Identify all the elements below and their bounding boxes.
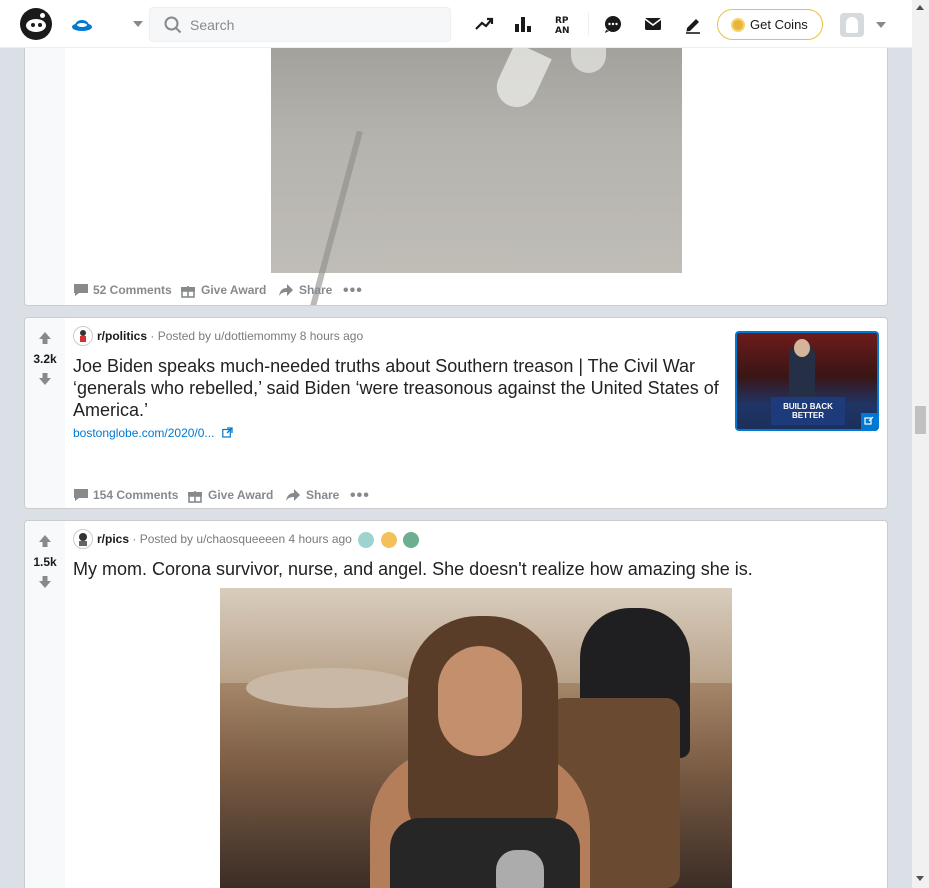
post-title[interactable]: Joe Biden speaks much-needed truths abou…: [73, 355, 723, 421]
messages-icon[interactable]: [643, 14, 663, 34]
give-award-label: Give Award: [201, 283, 267, 297]
user-avatar[interactable]: [840, 13, 864, 37]
external-link-icon: [861, 413, 877, 429]
post-card[interactable]: 52 Comments Give Award Share •••: [24, 48, 888, 306]
reddit-logo-icon[interactable]: [20, 8, 52, 40]
post-score: 1.5k: [33, 555, 57, 569]
user-menu-chevron-icon[interactable]: [876, 22, 886, 28]
scroll-up-arrow-icon[interactable]: [916, 5, 924, 10]
subreddit-icon[interactable]: [73, 529, 93, 549]
post-media[interactable]: [271, 48, 682, 305]
more-options-icon[interactable]: •••: [350, 487, 370, 505]
leaderboard-icon[interactable]: [513, 14, 533, 34]
post-meta: r/pics · Posted by u/chaosqueeeen 4 hour…: [97, 532, 419, 548]
post-score: 3.2k: [33, 352, 57, 366]
comments-label: 52 Comments: [93, 283, 172, 297]
share-label: Share: [299, 283, 333, 297]
give-award-label: Give Award: [208, 488, 274, 502]
comment-icon: [74, 489, 88, 501]
upvote-icon[interactable]: [38, 331, 52, 345]
external-link[interactable]: bostonglobe.com/2020/0...: [73, 426, 233, 440]
comments-label: 154 Comments: [93, 488, 179, 502]
vote-column: 1.5k: [25, 521, 65, 888]
post-image[interactable]: [220, 588, 732, 888]
rpan-icon[interactable]: RP AN: [554, 14, 574, 34]
subreddit-link[interactable]: r/pics: [97, 532, 129, 546]
popular-icon[interactable]: [474, 14, 494, 34]
subreddit-icon[interactable]: [73, 326, 93, 346]
link-text: bostonglobe.com/2020/0...: [73, 426, 215, 440]
award-icon[interactable]: [402, 532, 419, 548]
comment-icon: [74, 284, 88, 296]
downvote-icon[interactable]: [38, 575, 52, 589]
vote-column: 3.2k: [25, 318, 65, 508]
award-icon[interactable]: [358, 532, 375, 548]
get-coins-label: Get Coins: [750, 17, 808, 32]
post-meta: r/politics · Posted by u/dottiemommy 8 h…: [97, 329, 363, 343]
vote-column: [25, 48, 65, 305]
posted-by-text: · Posted by u/chaosqueeeen 4 hours ago: [132, 532, 352, 547]
chevron-down-icon[interactable]: [133, 21, 143, 27]
chat-icon[interactable]: [603, 14, 623, 34]
svg-text:RP: RP: [555, 16, 569, 26]
downvote-icon[interactable]: [38, 372, 52, 386]
share-icon: [286, 489, 300, 501]
more-options-icon[interactable]: •••: [343, 282, 363, 300]
coin-icon: [731, 18, 745, 32]
subreddit-link[interactable]: r/politics: [97, 329, 147, 343]
upvote-icon[interactable]: [38, 534, 52, 548]
gift-icon: [188, 491, 202, 503]
post-actions: 52 Comments Give Award Share •••: [73, 281, 433, 301]
svg-text:AN: AN: [555, 26, 570, 34]
posted-by-text: · Posted by u/dottiemommy 8 hours ago: [150, 329, 364, 343]
post-thumbnail[interactable]: BUILD BACK BETTER: [735, 331, 879, 431]
post-card[interactable]: 1.5k r/pics · Posted by u/chaosqueeeen 4…: [24, 520, 888, 888]
search-bar[interactable]: [149, 7, 451, 42]
share-icon: [279, 284, 293, 296]
get-coins-button[interactable]: Get Coins: [717, 9, 823, 40]
gift-icon: [181, 286, 195, 298]
share-label: Share: [306, 488, 340, 502]
award-icon[interactable]: [380, 532, 397, 548]
post-title[interactable]: My mom. Corona survivor, nurse, and ange…: [73, 558, 853, 580]
post-actions: 154 Comments Give Award Share •••: [73, 486, 433, 506]
post-card[interactable]: 3.2k r/politics · Posted by u/dottiemomm…: [24, 317, 888, 509]
home-icon[interactable]: [71, 14, 93, 34]
header-divider: [588, 12, 589, 36]
scroll-down-arrow-icon[interactable]: [916, 876, 924, 881]
scroll-thumb[interactable]: [915, 406, 926, 434]
top-header: RP AN Get Coins: [0, 0, 912, 48]
create-post-icon[interactable]: [683, 14, 703, 34]
thumbnail-sign-text: BUILD BACK BETTER: [771, 397, 845, 425]
search-input[interactable]: [190, 15, 440, 35]
external-link-icon: [221, 427, 233, 438]
page-scrollbar[interactable]: [912, 0, 929, 888]
search-icon: [164, 16, 182, 34]
